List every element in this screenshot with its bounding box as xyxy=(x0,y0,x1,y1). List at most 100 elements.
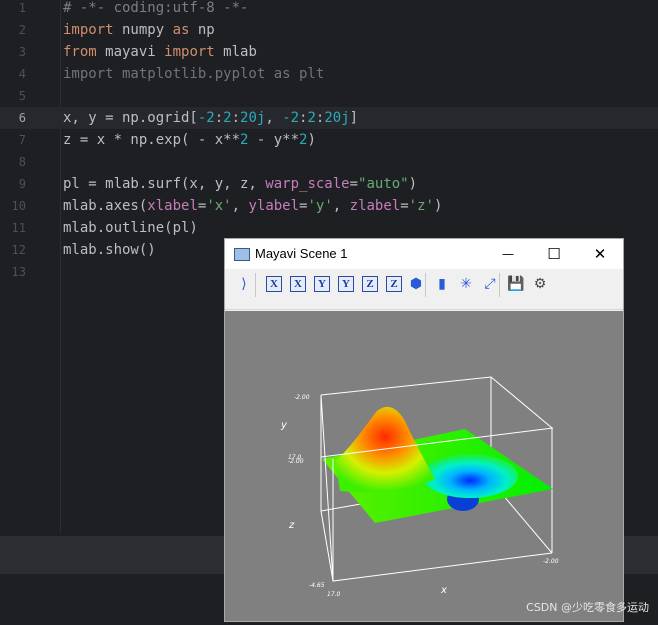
code-token: -2 xyxy=(282,110,300,126)
code-line[interactable]: 7 z = x * np.exp( - x**2 - y**2) xyxy=(0,129,658,151)
surface-trough xyxy=(422,454,518,498)
view-z-plus-button[interactable]: Z xyxy=(361,275,379,293)
code-token: mlab.show() xyxy=(63,242,156,258)
view-y-plus-button[interactable]: Y xyxy=(313,275,331,293)
y-axis-label: y xyxy=(280,420,288,431)
save-scene-icon: 💾 xyxy=(507,276,525,292)
view-z-minus-button[interactable]: Z xyxy=(385,275,403,293)
line-number: 9 xyxy=(18,177,26,191)
settings-icon: ⚙ xyxy=(533,276,547,292)
save-scene-button[interactable]: 💾 xyxy=(507,275,525,293)
code-text: from mayavi import mlab xyxy=(63,41,257,63)
view-y-minus-button[interactable]: Y xyxy=(337,275,355,293)
code-token: 'x' xyxy=(206,198,232,214)
code-token: mlab xyxy=(214,44,257,60)
code-token: 2 xyxy=(223,110,232,126)
code-token: "auto" xyxy=(358,176,409,192)
z-axis-label: z xyxy=(288,520,295,531)
code-token: 2 xyxy=(307,110,316,126)
close-button[interactable]: ✕ xyxy=(577,239,623,269)
tick-label-top: -2.00 xyxy=(294,394,310,401)
code-text: import numpy as np xyxy=(63,19,215,41)
view-x-plus-button[interactable]: X xyxy=(265,275,283,293)
code-token: ) xyxy=(433,198,443,214)
maximize-button[interactable]: ☐ xyxy=(531,239,577,269)
code-token: import xyxy=(164,44,215,60)
isometric-view-icon: ⬢ xyxy=(409,276,423,292)
line-number: 10 xyxy=(11,199,26,213)
line-number: 6 xyxy=(18,111,26,125)
view-x-plus-icon: X xyxy=(266,276,282,292)
code-token: : xyxy=(231,110,241,126)
code-line[interactable]: 3 from mayavi import mlab xyxy=(0,41,658,63)
code-token: import xyxy=(63,22,114,38)
view-z-plus-icon: Z xyxy=(362,276,378,292)
3d-surface-render: y z x -2.00 17.0 -2.00 -4.65 17.0 -2.00 xyxy=(280,376,559,598)
view-x-minus-icon: X xyxy=(290,276,306,292)
code-line[interactable]: 8 xyxy=(0,151,658,173)
code-token: mlab.axes( xyxy=(63,198,148,214)
code-line[interactable]: 1 # -*- coding:utf-8 -*- xyxy=(0,0,658,19)
toolbar-separator xyxy=(255,273,256,297)
toolbar-separator xyxy=(425,273,426,297)
toolbar-separator xyxy=(499,273,500,297)
title-bar[interactable]: Mayavi Scene 1 — ☐ ✕ xyxy=(225,239,623,269)
isometric-view-button[interactable]: ⬢ xyxy=(407,275,425,293)
code-token: , xyxy=(332,198,350,214)
tick-label-bottom-left: -4.65 xyxy=(309,582,325,589)
code-token: mlab.outline(pl) xyxy=(63,220,198,236)
pipeline-icon[interactable]: ⟩ xyxy=(235,275,253,293)
code-token: 'z' xyxy=(408,198,434,214)
tick-label-bottom: 17.0 xyxy=(327,591,341,598)
view-x-minus-button[interactable]: X xyxy=(289,275,307,293)
line-number: 2 xyxy=(18,23,26,37)
code-text: pl = mlab.surf(x, y, z, warp_scale="auto… xyxy=(63,173,417,195)
x-axis-label: x xyxy=(440,585,447,596)
parallel-projection-button[interactable]: ▮ xyxy=(433,275,451,293)
code-token: -2 xyxy=(197,110,215,126)
code-line[interactable]: 6 x, y = np.ogrid[-2:2:20j, -2:2:20j] xyxy=(0,107,658,129)
mayavi-window[interactable]: Mayavi Scene 1 — ☐ ✕ ⟩ X X Y Y Z Z ⬢ ▮ ✳ ⤢ 💾 ⚙ xyxy=(224,238,624,622)
code-token: # -*- coding:utf-8 -*- xyxy=(63,0,249,16)
code-text: mlab.axes(xlabel='x', ylabel='y', zlabel… xyxy=(63,195,442,217)
code-token: ) xyxy=(307,132,316,148)
line-number: 11 xyxy=(11,221,26,235)
code-token: mayavi xyxy=(96,44,165,60)
full-screen-button[interactable]: ⤢ xyxy=(481,275,499,293)
code-line[interactable]: 10 mlab.axes(xlabel='x', ylabel='y', zlab… xyxy=(0,195,658,217)
line-number: 8 xyxy=(18,155,26,169)
code-token: ylabel xyxy=(248,198,300,214)
code-text: x, y = np.ogrid[-2:2:20j, -2:2:20j] xyxy=(63,107,358,129)
code-line[interactable]: 5 xyxy=(0,85,658,107)
watermark: CSDN @少吃零食多运动 xyxy=(526,601,649,614)
code-token: np xyxy=(189,22,215,38)
line-number: 1 xyxy=(18,1,26,15)
code-line[interactable]: 4 import matplotlib.pyplot as plt xyxy=(0,63,658,85)
axes-indicator-icon: ✳ xyxy=(460,276,472,292)
code-line[interactable]: 2 import numpy as np xyxy=(0,19,658,41)
minimize-button[interactable]: — xyxy=(485,239,531,269)
full-screen-icon: ⤢ xyxy=(484,276,496,292)
code-token: - y** xyxy=(248,132,300,148)
code-text: import matplotlib.pyplot as plt xyxy=(63,63,324,85)
code-token: numpy xyxy=(113,22,173,38)
code-line[interactable]: 11 mlab.outline(pl) xyxy=(0,217,658,239)
code-text: mlab.outline(pl) xyxy=(63,217,198,239)
tick-label-right: -2.00 xyxy=(543,558,559,565)
tick-label-mid2: -2.00 xyxy=(288,458,304,465)
code-token: : xyxy=(214,110,224,126)
settings-button[interactable]: ⚙ xyxy=(531,275,549,293)
code-token: ] xyxy=(349,110,359,126)
mayavi-app-icon xyxy=(234,248,250,261)
parallel-projection-icon: ▮ xyxy=(438,276,446,292)
line-number: 13 xyxy=(11,265,26,279)
code-token: z = x * np.exp( - x** xyxy=(63,132,241,148)
code-line[interactable]: 9 pl = mlab.surf(x, y, z, warp_scale="aut… xyxy=(0,173,658,195)
code-text: mlab.show() xyxy=(63,239,156,261)
scene-viewport[interactable]: y z x -2.00 17.0 -2.00 -4.65 17.0 -2.00 xyxy=(225,311,623,621)
code-token: xlabel xyxy=(147,198,198,214)
line-number: 7 xyxy=(18,133,26,147)
line-number: 4 xyxy=(18,67,26,81)
axes-indicator-button[interactable]: ✳ xyxy=(457,275,475,293)
code-token: import matplotlib.pyplot as plt xyxy=(63,66,325,82)
